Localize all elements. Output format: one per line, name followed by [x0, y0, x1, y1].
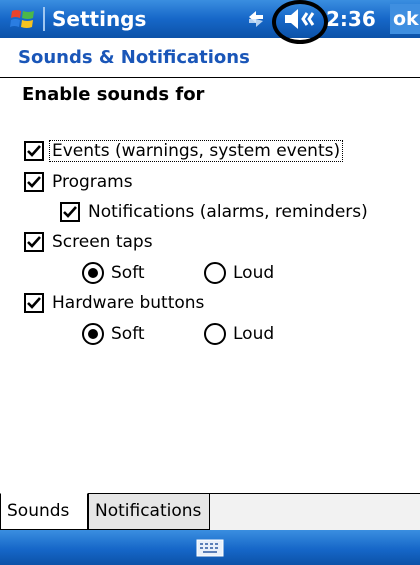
screen-taps-soft-label[interactable]: Soft: [111, 263, 145, 283]
tab-sounds[interactable]: Sounds: [0, 493, 88, 530]
menu-bar: [0, 530, 420, 565]
screen-taps-loud-label[interactable]: Loud: [233, 263, 274, 283]
header-divider: [0, 77, 420, 78]
screen-taps-soft-radio[interactable]: [82, 262, 104, 284]
hardware-buttons-soft-label[interactable]: Soft: [111, 324, 145, 344]
screen-taps-loud-option[interactable]: Loud: [204, 260, 274, 286]
clock[interactable]: 2:36: [326, 6, 376, 32]
programs-label[interactable]: Programs: [50, 172, 135, 192]
tab-strip: Sounds Notifications: [0, 493, 420, 530]
section-title: Enable sounds for: [22, 84, 205, 105]
events-checkbox[interactable]: [24, 141, 44, 161]
connectivity-icon[interactable]: [247, 9, 265, 29]
title-bar: Settings 2:36 ok: [0, 0, 420, 44]
title-separator: [43, 7, 45, 31]
ok-button[interactable]: ok: [390, 4, 420, 34]
screen-taps-soft-option[interactable]: Soft: [82, 260, 145, 286]
tab-notifications[interactable]: Notifications: [88, 493, 210, 530]
events-label[interactable]: Events (warnings, system events): [48, 140, 344, 162]
programs-checkbox[interactable]: [24, 172, 44, 192]
notifications-label[interactable]: Notifications (alarms, reminders): [86, 202, 370, 222]
programs-row[interactable]: Programs: [24, 169, 135, 195]
page-header: Sounds & Notifications: [18, 47, 250, 68]
hardware-buttons-label[interactable]: Hardware buttons: [50, 293, 206, 313]
keyboard-icon[interactable]: [196, 538, 224, 558]
screen-taps-loud-radio[interactable]: [204, 262, 226, 284]
screen-taps-checkbox[interactable]: [24, 232, 44, 252]
hardware-buttons-soft-option[interactable]: Soft: [82, 321, 145, 347]
annotation-circle: [272, 0, 328, 44]
hardware-buttons-loud-radio[interactable]: [204, 323, 226, 345]
windows-start-icon[interactable]: [10, 7, 36, 31]
events-row[interactable]: Events (warnings, system events): [24, 138, 344, 164]
screen-taps-row[interactable]: Screen taps: [24, 229, 155, 255]
hardware-buttons-loud-label[interactable]: Loud: [233, 324, 274, 344]
hardware-buttons-checkbox[interactable]: [24, 293, 44, 313]
app-title: Settings: [52, 7, 147, 31]
hardware-buttons-soft-radio[interactable]: [82, 323, 104, 345]
notifications-row[interactable]: Notifications (alarms, reminders): [60, 199, 370, 225]
hardware-buttons-row[interactable]: Hardware buttons: [24, 290, 206, 316]
notifications-checkbox[interactable]: [60, 202, 80, 222]
screen-taps-label[interactable]: Screen taps: [50, 232, 155, 252]
hardware-buttons-loud-option[interactable]: Loud: [204, 321, 274, 347]
